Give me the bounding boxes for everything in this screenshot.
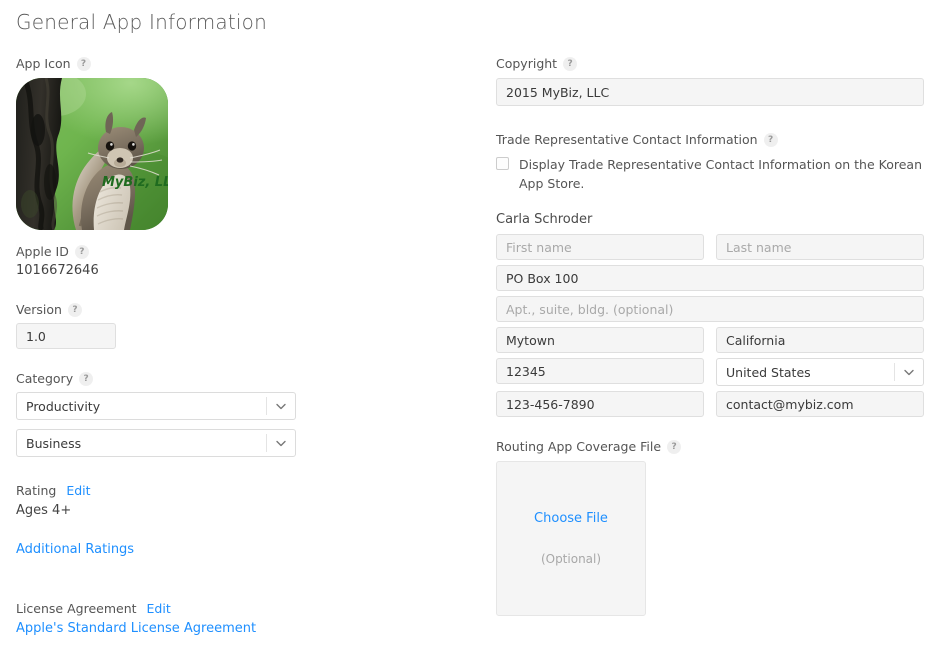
zip-code-input[interactable]	[496, 358, 704, 384]
trade-rep-checkbox-row[interactable]: Display Trade Representative Contact Inf…	[496, 155, 924, 193]
category-secondary-value: Business	[26, 436, 81, 451]
category-primary-select[interactable]: Productivity	[16, 392, 296, 420]
category-label: Category	[16, 371, 73, 387]
chevron-down-icon[interactable]	[266, 434, 295, 452]
version-input[interactable]	[16, 323, 116, 349]
license-agreement-link[interactable]: Apple's Standard License Agreement	[16, 621, 456, 636]
routing-file-label-row: Routing App Coverage File ?	[496, 439, 924, 455]
chevron-down-icon[interactable]	[266, 397, 295, 415]
apt-suite-input[interactable]	[496, 296, 924, 322]
version-label: Version	[16, 302, 62, 318]
rating-value: Ages 4+	[16, 502, 456, 520]
additional-ratings-link[interactable]: Additional Ratings	[16, 542, 134, 557]
country-select[interactable]: United States	[716, 358, 924, 386]
license-label: License Agreement	[16, 601, 137, 617]
help-icon[interactable]: ?	[68, 303, 82, 317]
help-icon[interactable]: ?	[77, 57, 91, 71]
apple-id-label: Apple ID	[16, 244, 69, 260]
contact-name: Carla Schroder	[496, 211, 924, 229]
rating-edit-link[interactable]: Edit	[66, 483, 90, 498]
app-icon-brand-text: MyBiz, LLC	[102, 175, 168, 190]
city-input[interactable]	[496, 327, 704, 353]
copyright-label-row: Copyright ?	[496, 56, 924, 72]
help-icon[interactable]: ?	[75, 245, 89, 259]
app-icon-image[interactable]: MyBiz, LLC	[16, 78, 168, 230]
phone-input[interactable]	[496, 391, 704, 417]
app-icon-label: App Icon	[16, 56, 71, 72]
rating-label: Rating	[16, 483, 56, 499]
help-icon[interactable]: ?	[79, 372, 93, 386]
trade-rep-checkbox-label: Display Trade Representative Contact Inf…	[519, 155, 924, 193]
apple-id-label-row: Apple ID ?	[16, 244, 456, 260]
copyright-input[interactable]	[496, 78, 924, 106]
right-column: Copyright ? Trade Representative Contact…	[496, 56, 924, 616]
chevron-down-icon[interactable]	[894, 363, 923, 381]
trade-rep-checkbox[interactable]	[496, 157, 509, 170]
app-icon-label-row: App Icon ?	[16, 56, 456, 72]
email-input[interactable]	[716, 391, 924, 417]
license-label-row: License Agreement Edit	[16, 601, 456, 617]
copyright-label: Copyright	[496, 56, 557, 72]
trade-rep-label-row: Trade Representative Contact Information…	[496, 132, 924, 148]
routing-file-label: Routing App Coverage File	[496, 439, 661, 455]
contact-address-form: United States	[496, 234, 924, 417]
category-secondary-select[interactable]: Business	[16, 429, 296, 457]
rating-label-row: Rating Edit	[16, 483, 456, 499]
version-label-row: Version ?	[16, 302, 456, 318]
help-icon[interactable]: ?	[764, 133, 778, 147]
routing-file-optional-label: (Optional)	[541, 552, 601, 566]
page-title: General App Information	[16, 10, 267, 34]
choose-file-button[interactable]: Choose File	[534, 511, 608, 526]
first-name-input[interactable]	[496, 234, 704, 260]
country-value: United States	[726, 365, 811, 380]
routing-file-dropzone[interactable]: Choose File (Optional)	[496, 461, 646, 616]
last-name-input[interactable]	[716, 234, 924, 260]
state-input[interactable]	[716, 327, 924, 353]
trade-rep-label: Trade Representative Contact Information	[496, 132, 758, 148]
left-column: App Icon ?	[16, 56, 456, 636]
help-icon[interactable]: ?	[563, 57, 577, 71]
category-primary-value: Productivity	[26, 399, 100, 414]
help-icon[interactable]: ?	[667, 440, 681, 454]
apple-id-value: 1016672646	[16, 262, 456, 280]
street-address-input[interactable]	[496, 265, 924, 291]
license-edit-link[interactable]: Edit	[147, 601, 171, 616]
category-label-row: Category ?	[16, 371, 456, 387]
